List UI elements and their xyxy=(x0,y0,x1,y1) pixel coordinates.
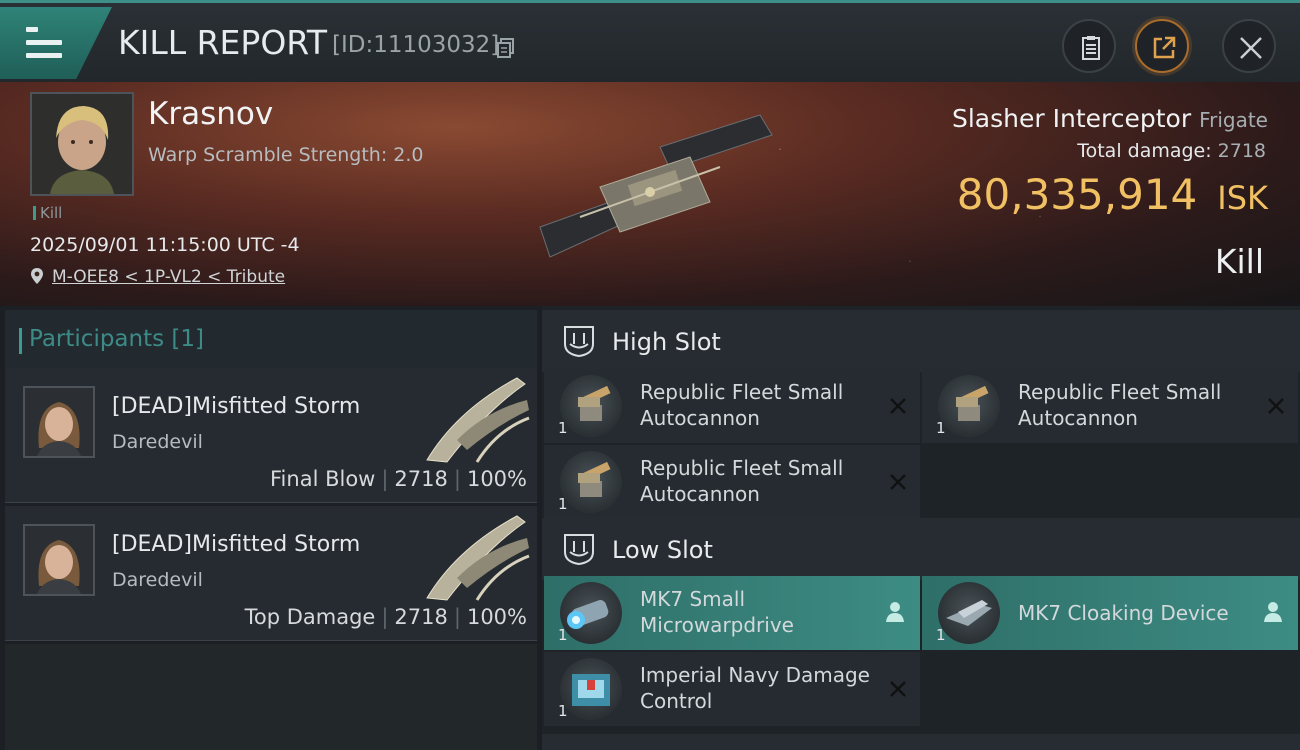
destroyed-x-icon xyxy=(1268,398,1284,414)
person-icon xyxy=(886,602,904,622)
participant-stats: Top Damage | 2718 | 100% xyxy=(244,605,527,629)
kill-datetime: 2025/09/01 11:15:00 UTC -4 xyxy=(30,234,300,256)
close-button[interactable] xyxy=(1222,19,1276,73)
module-quantity: 1 xyxy=(558,419,568,437)
module-quantity: 1 xyxy=(558,495,568,513)
participant-blow-label: Top Damage xyxy=(244,605,376,629)
share-button[interactable] xyxy=(1135,19,1189,73)
module-quantity: 1 xyxy=(936,626,946,644)
module-name: Republic Fleet Small Autocannon xyxy=(640,456,844,506)
share-icon xyxy=(1153,36,1176,59)
participant-name: [DEAD]Misfitted Storm xyxy=(112,394,361,419)
destroyed-x-icon xyxy=(890,474,906,490)
kill-location[interactable]: M-OEE8 < 1P-VL2 < Tribute xyxy=(30,267,285,287)
mid-slot-header-peek xyxy=(542,734,1300,750)
autocannon-icon xyxy=(938,375,1000,437)
module-item[interactable]: 1 MK7 Small Microwarpdrive xyxy=(544,576,920,650)
menu-button[interactable] xyxy=(0,7,112,79)
victim-portrait[interactable] xyxy=(30,92,134,196)
module-item[interactable]: 1 Republic Fleet Small Autocannon xyxy=(544,369,920,443)
clipboard-button[interactable] xyxy=(1062,19,1116,73)
kill-tag: Kill xyxy=(33,204,62,222)
module-name: Republic Fleet Small Autocannon xyxy=(640,380,844,430)
victim-ship-image xyxy=(539,114,773,258)
victim-banner: Krasnov Warp Scramble Strength: 2.0 Kill… xyxy=(0,82,1300,306)
isk-unit: ISK xyxy=(1217,179,1268,217)
participant-avatar xyxy=(23,386,95,458)
warp-scramble-strength: Warp Scramble Strength: 2.0 xyxy=(148,144,424,166)
participant-avatar xyxy=(23,524,95,596)
slot-shield-icon xyxy=(564,534,594,566)
close-icon xyxy=(1240,37,1262,59)
microwarpdrive-icon xyxy=(560,582,622,644)
low-slot-header: Low Slot xyxy=(542,518,1300,580)
location-link[interactable]: M-OEE8 < 1P-VL2 < Tribute xyxy=(52,267,285,287)
module-name: MK7 Small Microwarpdrive xyxy=(640,587,794,637)
report-id: [ID:11103032] xyxy=(332,32,500,58)
hamburger-icon xyxy=(26,27,62,59)
kill-result: Kill xyxy=(1214,242,1264,281)
clipboard-icon xyxy=(1082,36,1100,60)
low-slot-title: Low Slot xyxy=(612,536,713,564)
participant-ship-image xyxy=(426,515,530,601)
victim-pilot-name[interactable]: Krasnov xyxy=(148,96,273,132)
module-quantity: 1 xyxy=(558,702,568,720)
autocannon-icon xyxy=(560,375,622,437)
participant-ship-image xyxy=(426,377,530,463)
participant-row[interactable]: [DEAD]Misfitted Storm Daredevil Top Dama… xyxy=(5,506,537,641)
high-slot-header: High Slot xyxy=(542,310,1300,372)
module-item[interactable]: 1 MK7 Cloaking Device xyxy=(922,576,1298,650)
fitting-panel: High Slot 1 Republic Fleet Small Autocan… xyxy=(542,306,1300,750)
module-item[interactable]: 1 Republic Fleet Small Autocannon xyxy=(544,445,920,519)
participant-damage: 2718 xyxy=(394,467,448,491)
module-item[interactable]: 1 Imperial Navy Damage Control xyxy=(544,652,920,726)
person-icon xyxy=(1264,602,1282,622)
high-slot-title: High Slot xyxy=(612,328,721,356)
participant-row[interactable]: [DEAD]Misfitted Storm Daredevil Final Bl… xyxy=(5,368,537,503)
module-name: MK7 Cloaking Device xyxy=(1018,601,1229,625)
total-damage: Total damage: 2718 xyxy=(1077,140,1266,162)
cloaking-device-icon xyxy=(938,582,1000,644)
copy-icon[interactable] xyxy=(497,38,515,58)
module-name: Republic Fleet Small Autocannon xyxy=(1018,380,1222,430)
participants-empty-area xyxy=(5,644,537,750)
participants-panel: Participants [1] [DEAD]Misfitted Storm D… xyxy=(0,306,540,750)
page-title: KILL REPORT xyxy=(118,23,327,62)
victim-ship-class: Frigate xyxy=(1199,108,1268,132)
location-pin-icon xyxy=(31,268,43,284)
participant-percent: 100% xyxy=(466,467,527,491)
autocannon-icon xyxy=(560,451,622,513)
module-name: Imperial Navy Damage Control xyxy=(640,663,870,713)
participant-name: [DEAD]Misfitted Storm xyxy=(112,532,361,557)
participant-ship: Daredevil xyxy=(112,569,203,591)
portrait-image xyxy=(32,94,132,194)
participants-header[interactable]: Participants [1] xyxy=(5,310,537,368)
module-item[interactable]: 1 Republic Fleet Small Autocannon xyxy=(922,369,1298,443)
isk-value: 80,335,914 ISK xyxy=(956,170,1268,219)
participant-percent: 100% xyxy=(466,605,527,629)
module-quantity: 1 xyxy=(936,419,946,437)
participant-ship: Daredevil xyxy=(112,431,203,453)
participant-damage: 2718 xyxy=(394,605,448,629)
slot-shield-icon xyxy=(564,326,594,358)
damage-control-icon xyxy=(560,658,622,720)
destroyed-x-icon xyxy=(890,398,906,414)
top-bar: KILL REPORT [ID:11103032] xyxy=(0,0,1300,82)
participant-blow-label: Final Blow xyxy=(270,467,376,491)
total-damage-value: 2718 xyxy=(1217,140,1266,162)
participant-stats: Final Blow | 2718 | 100% xyxy=(270,467,527,491)
victim-ship-name[interactable]: Slasher Interceptor Frigate xyxy=(952,104,1268,133)
participants-title: Participants [1] xyxy=(19,326,204,354)
destroyed-x-icon xyxy=(890,681,906,697)
module-quantity: 1 xyxy=(558,626,568,644)
